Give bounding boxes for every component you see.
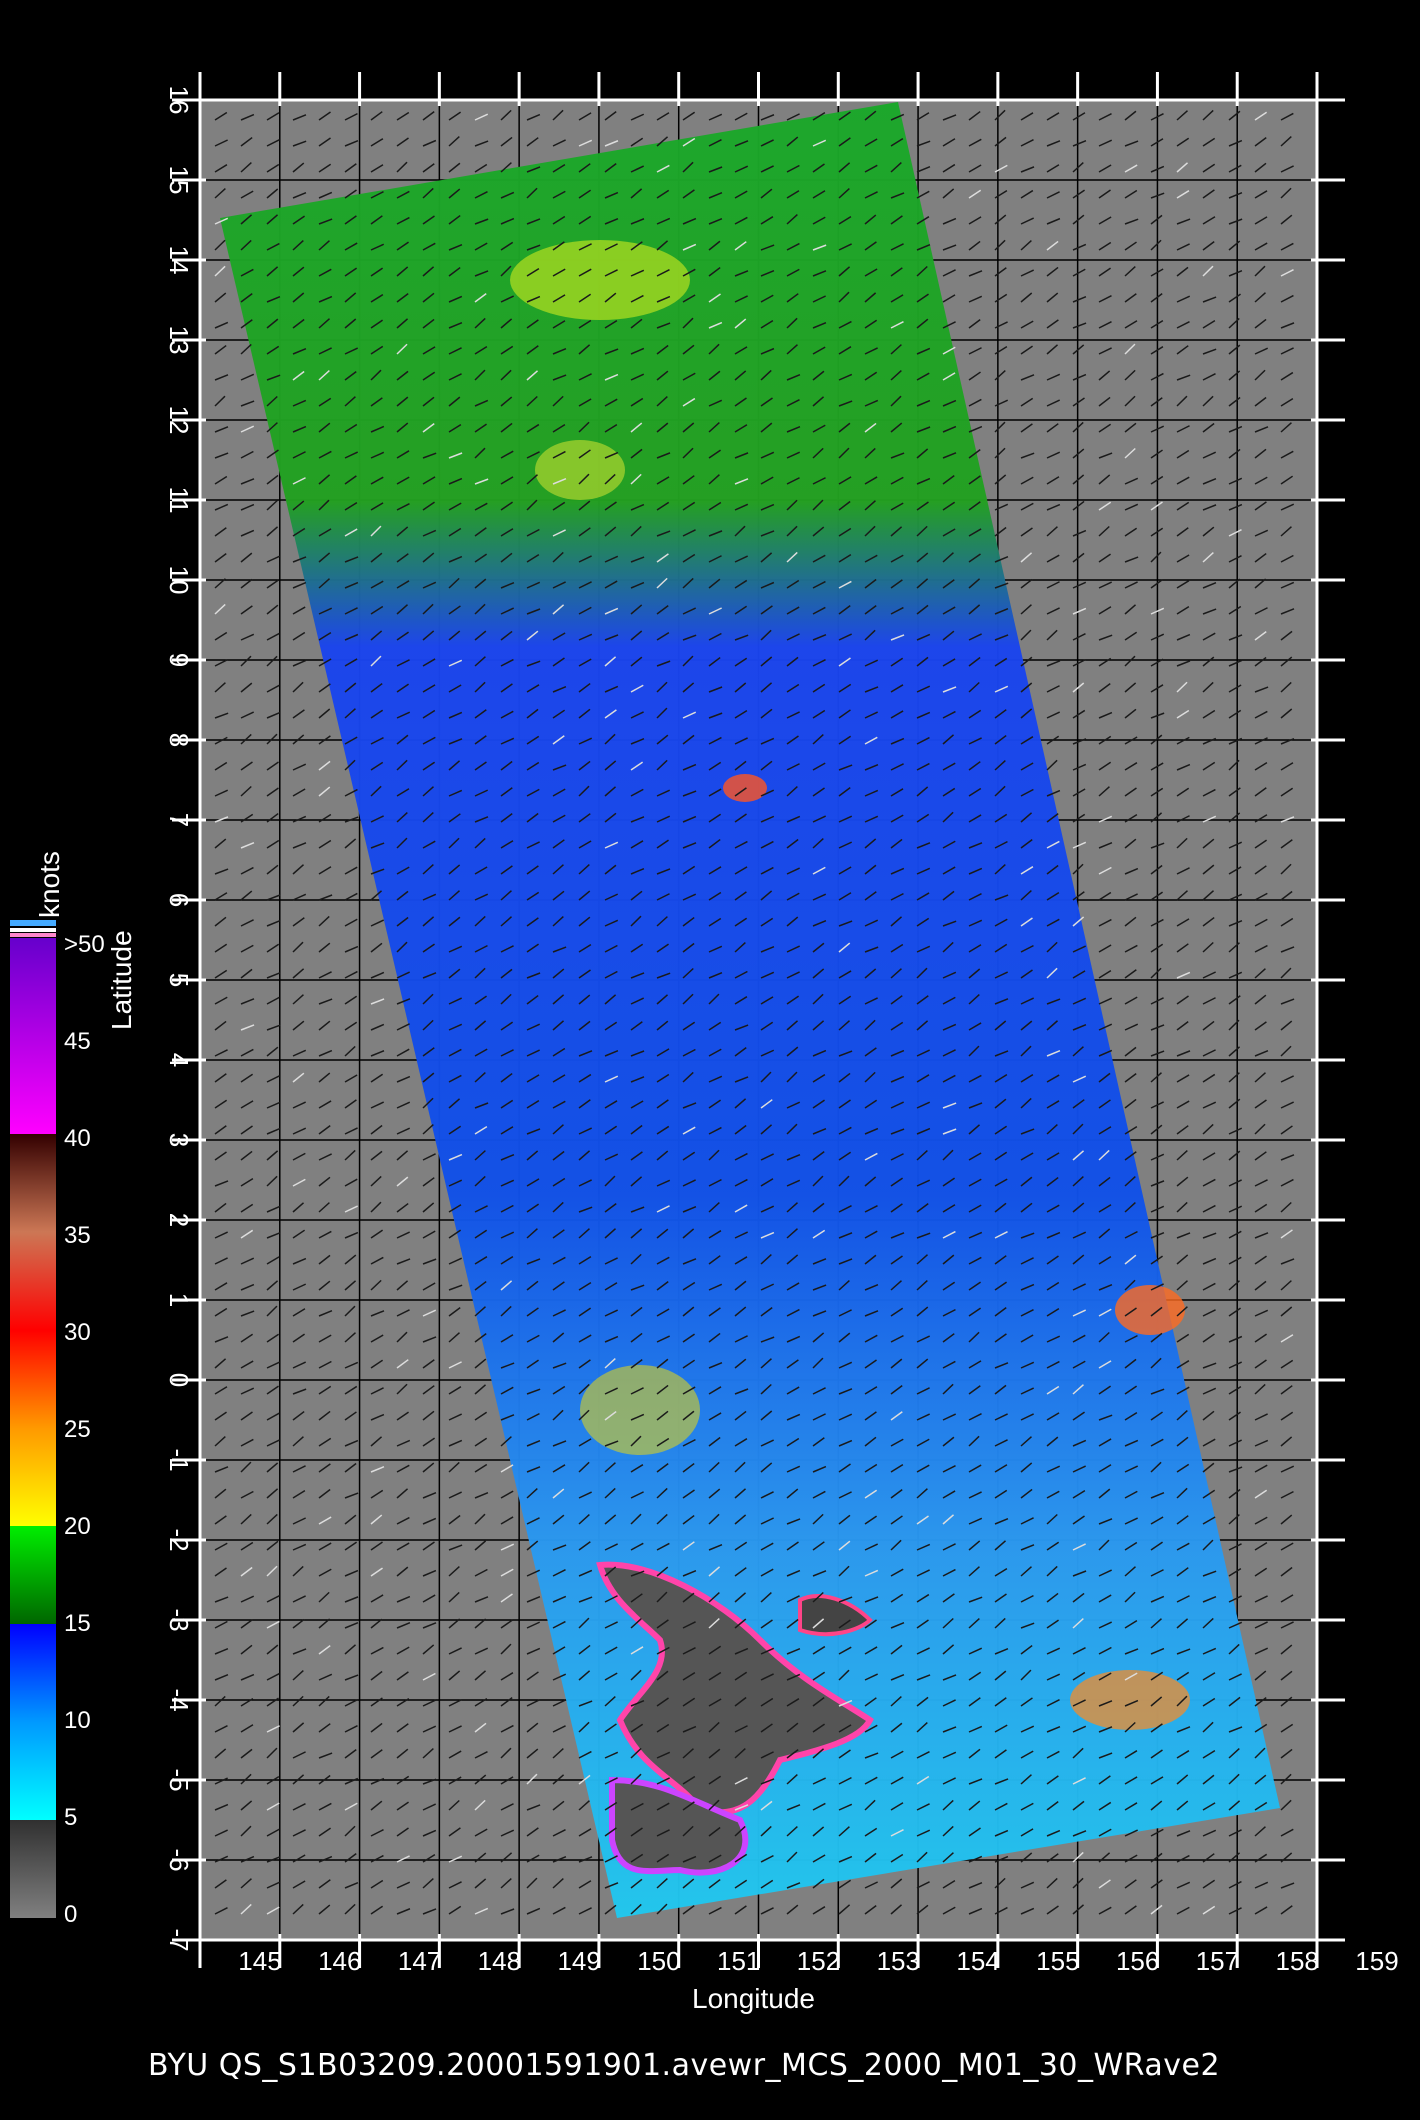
x-tick-labels: 145 146 147 148 149 150 151 152 153 154 155 156 157 1… [238, 1946, 1398, 1976]
y-tick-label: 3 [164, 1133, 194, 1147]
wind-map: 145 146 147 148 149 150 151 152 153 154 155 156 157 1… [10, 72, 1399, 1976]
y-tick-label: 15 [164, 166, 194, 195]
y-tick-label: 14 [164, 246, 194, 275]
colorbar-gradient [10, 938, 56, 1918]
y-tick-label: 7 [164, 813, 194, 827]
y-tick-label: 12 [164, 406, 194, 435]
figure-caption: BYU QS_S1B03209.20001591901.avewr_MCS_20… [148, 2048, 1221, 2083]
x-tick-label: 150 [637, 1946, 680, 1976]
y-tick-label: -6 [164, 1848, 194, 1871]
y-tick-label: -1 [164, 1448, 194, 1471]
x-tick-label: 148 [478, 1946, 521, 1976]
colorbar-tick-label: 25 [64, 1416, 91, 1443]
y-tick-label: 4 [164, 1053, 194, 1067]
y-tick-label: 8 [164, 733, 194, 747]
y-tick-label: 10 [164, 566, 194, 595]
colorbar-cap-top [10, 920, 56, 926]
x-tick-label: 155 [1036, 1946, 1079, 1976]
y-tick-label: 0 [164, 1373, 194, 1387]
y-tick-label: 1 [164, 1293, 194, 1307]
x-tick-label: 145 [238, 1946, 281, 1976]
colorbar-tick-label: 35 [64, 1222, 91, 1249]
x-tick-label: 153 [877, 1946, 920, 1976]
x-tick-label: 159 [1355, 1946, 1398, 1976]
colorbar-cap-mid [10, 928, 56, 932]
y-tick-labels: 161514131211109876543210-1-2-3-4-5-6-7 [164, 86, 194, 1952]
colorbar-unit: knots [34, 851, 65, 918]
y-tick-label: 11 [164, 487, 194, 514]
colorbar-tick-label: 20 [64, 1513, 91, 1540]
x-tick-label: 151 [717, 1946, 760, 1976]
y-tick-label: 9 [164, 653, 194, 667]
colorbar-cap-low [10, 933, 56, 937]
y-tick-label: -4 [164, 1688, 194, 1711]
x-tick-label: 156 [1116, 1946, 1159, 1976]
x-tick-label: 147 [398, 1946, 441, 1976]
y-tick-label: 6 [164, 893, 194, 907]
colorbar-tick-label: 0 [64, 1901, 78, 1928]
y-tick-label: -7 [164, 1928, 194, 1951]
y-tick-label: -2 [164, 1528, 194, 1551]
colorbar-tick-label: 15 [64, 1610, 91, 1637]
colorbar-tick-label: 40 [64, 1125, 91, 1152]
y-tick-label: 2 [164, 1213, 194, 1227]
colorbar-tick-label: 10 [64, 1707, 91, 1734]
x-tick-label: 152 [797, 1946, 840, 1976]
x-tick-label: 158 [1276, 1946, 1319, 1976]
colorbar [10, 920, 56, 1918]
y-tick-label: 16 [164, 86, 194, 115]
x-tick-label: 157 [1196, 1946, 1239, 1976]
y-tick-label: 5 [164, 973, 194, 987]
x-axis-label: Longitude [692, 1983, 816, 2014]
x-tick-label: 154 [956, 1946, 999, 1976]
y-axis-label: Latitude [106, 930, 137, 1030]
colorbar-tick-label: 30 [64, 1319, 91, 1346]
y-tick-label: 13 [164, 326, 194, 355]
colorbar-tick-label: 5 [64, 1804, 78, 1831]
y-tick-label: -5 [164, 1768, 194, 1791]
y-tick-label: -3 [164, 1608, 194, 1631]
x-tick-label: 149 [557, 1946, 600, 1976]
colorbar-tick-label: >50 [64, 931, 105, 958]
colorbar-tick-label: 45 [64, 1028, 91, 1055]
x-tick-label: 146 [318, 1946, 361, 1976]
